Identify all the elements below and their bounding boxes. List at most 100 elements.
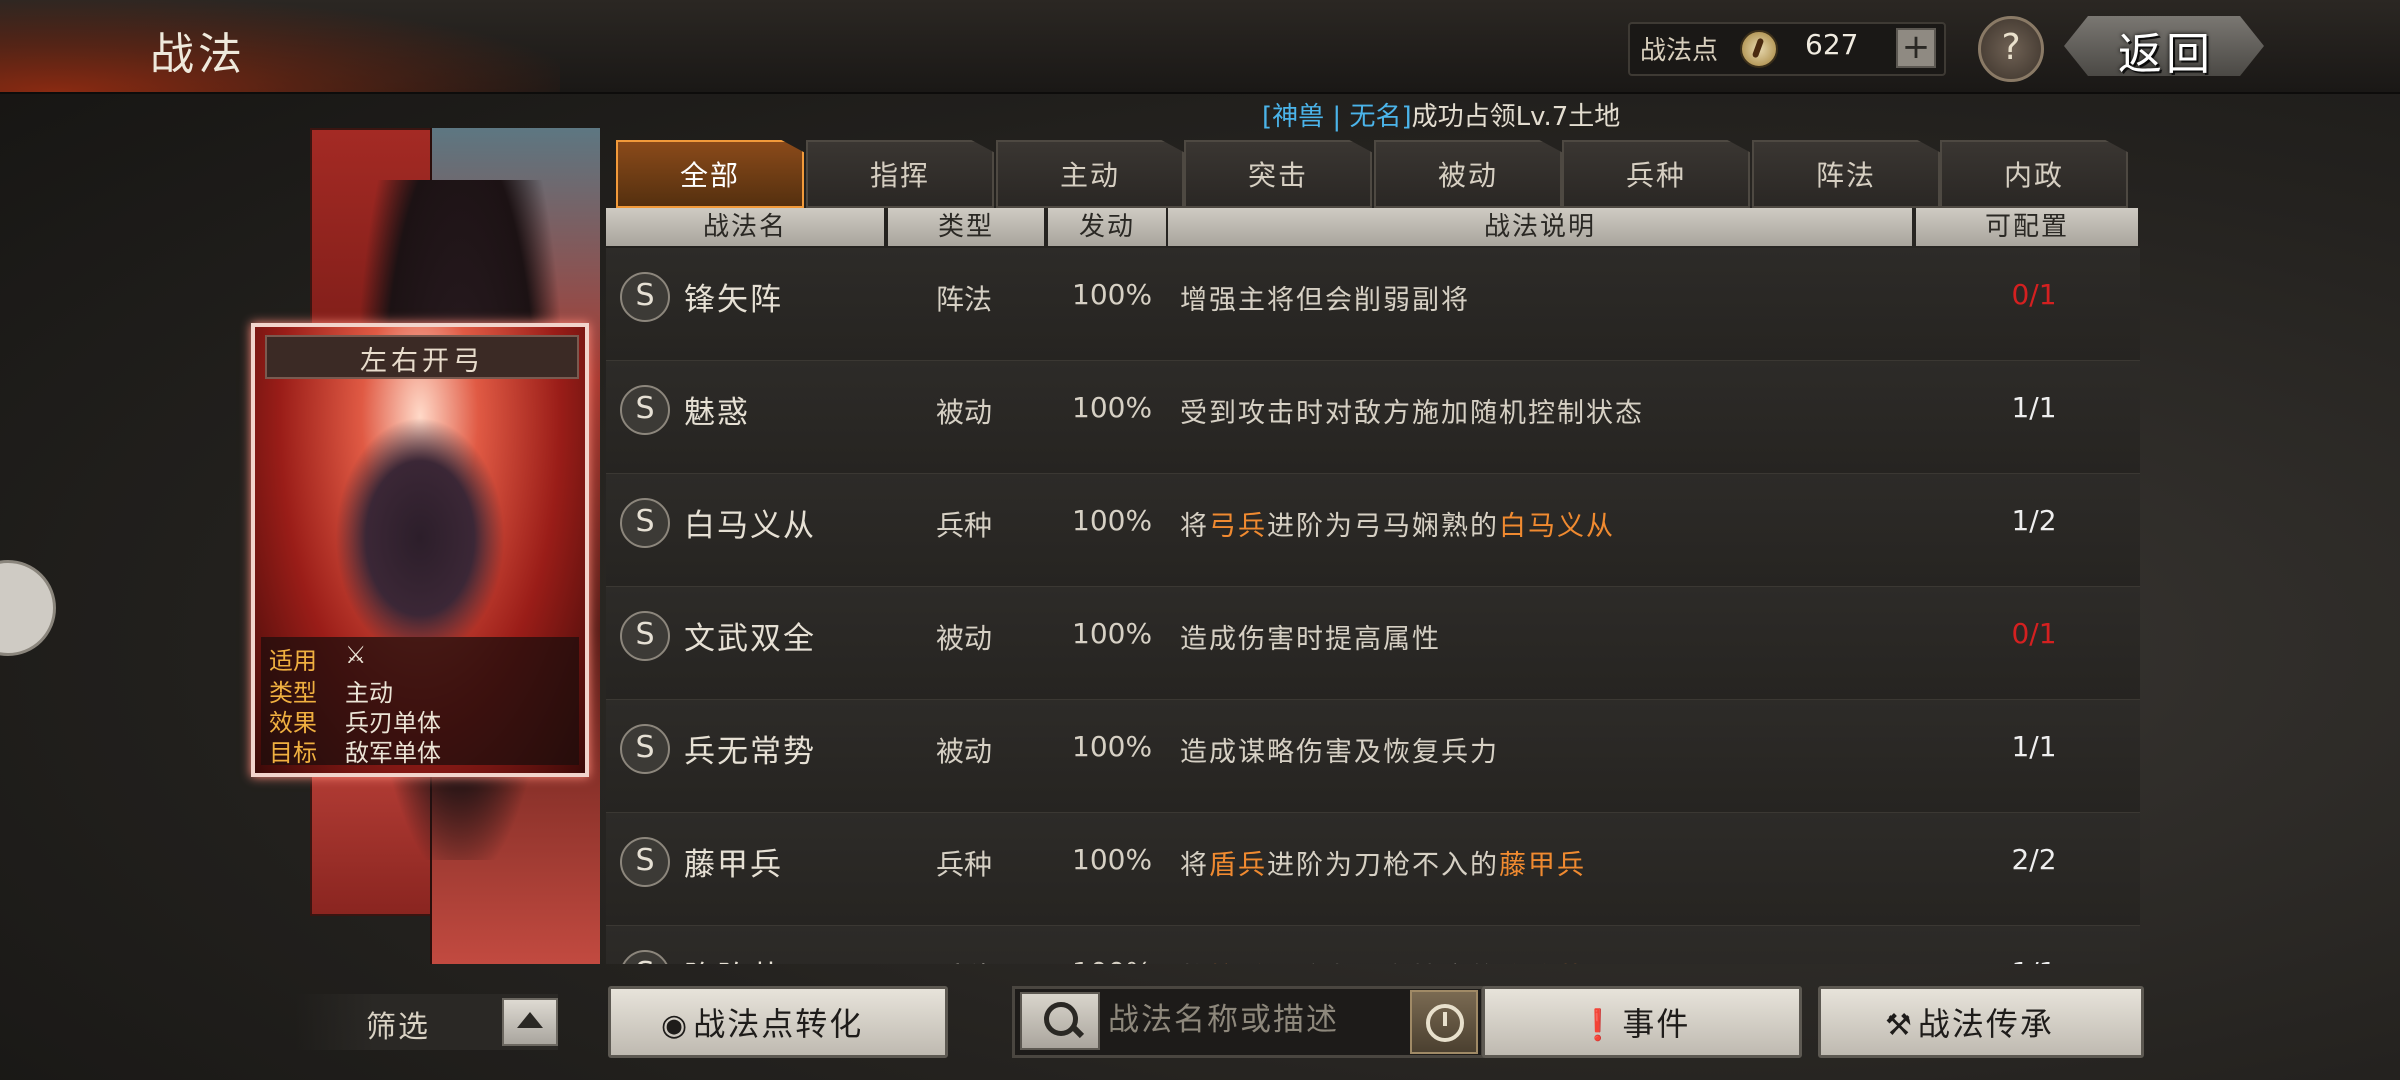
tactic-type: 被动: [936, 396, 993, 429]
page-title: 战法: [150, 29, 246, 80]
column-header-name[interactable]: 战法名: [606, 208, 884, 246]
game-screen: 战法 战法点 627 + ? 返回 [神兽 | 无名]成功占领Lv.7土地 左右…: [0, 0, 2400, 1080]
filter-expand-button[interactable]: [502, 998, 558, 1046]
description-text: 进阶为刀枪不入的: [1267, 850, 1499, 881]
tactic-rate: 100%: [1072, 956, 1152, 964]
tactic-row[interactable]: S 白马义从 兵种 100% 将弓兵进阶为弓马娴熟的白马义从 1/2: [606, 474, 2140, 588]
search-icon[interactable]: [1020, 992, 1100, 1050]
column-header-type[interactable]: 类型: [888, 208, 1044, 246]
tactic-config-count: 0/1: [2011, 617, 2057, 650]
convert-points-text: 战法点转化: [693, 1005, 864, 1043]
tactic-config-count: 1/2: [2011, 504, 2057, 537]
tab-passive[interactable]: 被动: [1374, 140, 1562, 208]
description-text: 将: [1180, 850, 1209, 881]
convert-points-button[interactable]: ◉ 战法点转化: [608, 986, 948, 1058]
tactic-description: 造成伤害时提高属性: [1180, 617, 1441, 656]
tactic-rate: 100%: [1072, 730, 1153, 763]
tactic-config-count: 1/1: [1984, 956, 2084, 964]
tab-troop[interactable]: 兵种: [1562, 140, 1750, 208]
inherit-tactic-button[interactable]: ⚒ 战法传承: [1818, 986, 2144, 1058]
description-text: 增强主将但会削弱副将: [1180, 285, 1470, 316]
crossed-swords-icon: ⚔: [345, 641, 367, 669]
tactic-card-figure: [335, 417, 505, 637]
tactic-row[interactable]: S 锋矢阵 阵法 100% 增强主将但会削弱副将 0/1: [606, 248, 2140, 362]
tab-assault[interactable]: 突击: [1184, 140, 1372, 208]
column-header-desc: 战法说明: [1168, 208, 1912, 246]
ticker-bracket-close: ]: [1401, 102, 1412, 132]
description-highlight: 藤甲兵: [1499, 850, 1586, 881]
tab-label: 主动: [1059, 159, 1120, 192]
card-info-value: 敌军单体: [345, 739, 441, 767]
tab-label: 全部: [679, 159, 740, 192]
tactic-card-name: 左右开弓: [360, 346, 484, 377]
tab-formation[interactable]: 阵法: [1752, 140, 1940, 208]
column-header-rate[interactable]: 发动: [1048, 208, 1166, 246]
card-info-key: 适用: [269, 647, 317, 675]
description-text: 将: [1180, 511, 1209, 542]
description-text: 造成伤害时提高属性: [1180, 624, 1441, 655]
tactic-card-header: 左右开弓: [265, 335, 579, 379]
description-highlight: 陷阵营: [1499, 963, 1586, 964]
grade-badge: S: [620, 498, 670, 548]
tactic-config-count: 1/1: [2011, 391, 2057, 424]
tab-command[interactable]: 指挥: [806, 140, 994, 208]
tactic-description: 将枪兵进阶为所向披靡的陷阵营: [1180, 956, 1586, 964]
description-text: 进阶为弓马娴熟的: [1267, 511, 1499, 542]
tactic-type: 被动: [936, 735, 993, 768]
tactic-row[interactable]: S 兵无常势 被动 100% 造成谋略伤害及恢复兵力 1/1: [606, 700, 2140, 814]
tactic-type: 兵种: [936, 956, 992, 964]
ticker-bracket: [: [1262, 102, 1273, 132]
tactic-row[interactable]: S陷阵营兵种100%将枪兵进阶为所向披靡的陷阵营1/1: [606, 926, 2140, 964]
tab-active[interactable]: 主动: [996, 140, 1184, 208]
event-button[interactable]: ❗ 事件: [1482, 986, 1802, 1058]
tab-label: 被动: [1437, 159, 1498, 192]
description-text: 受到攻击时对敌方施加随机控制状态: [1180, 398, 1644, 429]
tactic-list[interactable]: S 锋矢阵 阵法 100% 增强主将但会削弱副将 0/1 S 魅惑 被动 100% 受到攻击时对敌方…: [606, 248, 2140, 964]
tactic-type: 兵种: [936, 848, 993, 881]
tactic-name: 锋矢阵: [684, 282, 783, 318]
filter-label[interactable]: 筛选: [366, 1002, 430, 1046]
tactic-name: 白马义从: [684, 508, 816, 544]
tactic-row[interactable]: S 魅惑 被动 100% 受到攻击时对敌方施加随机控制状态 1/1: [606, 361, 2140, 475]
ticker-tag-b: 无名: [1349, 102, 1402, 132]
ticker-sep: |: [1324, 102, 1350, 132]
column-header-config[interactable]: 可配置: [1916, 208, 2138, 246]
alert-icon: ❗: [1579, 1008, 1619, 1043]
ticker-message: 成功占领Lv.7土地: [1411, 102, 1621, 132]
add-points-button[interactable]: +: [1896, 28, 1936, 68]
tactic-rate: 100%: [1072, 504, 1153, 537]
hammer-icon: ⚒: [1885, 1008, 1914, 1043]
search-handle: [1069, 1023, 1085, 1039]
description-text: 将: [1180, 963, 1209, 964]
tab-label: 突击: [1247, 159, 1308, 192]
help-button[interactable]: ?: [1978, 16, 2044, 82]
tactic-points-label: 战法点: [1640, 36, 1719, 66]
tactic-description: 将弓兵进阶为弓马娴熟的白马义从: [1180, 504, 1615, 543]
tactic-card[interactable]: 左右开弓 适用 ⚔ 类型 主动 效果 兵刃单体 目标 敌军单体: [251, 323, 589, 777]
tab-internal[interactable]: 内政: [1940, 140, 2128, 208]
tactic-coin-icon: [1740, 30, 1778, 68]
tab-label: 阵法: [1815, 159, 1876, 192]
title-glow: [0, 0, 560, 92]
event-label: ❗ 事件: [1579, 999, 1690, 1045]
ticker-tag-a: 神兽: [1272, 102, 1325, 132]
history-clock-button[interactable]: [1410, 990, 1478, 1054]
tactic-rate: 100%: [1072, 617, 1153, 650]
tactic-description: 受到攻击时对敌方施加随机控制状态: [1180, 391, 1644, 430]
tactic-row[interactable]: S 藤甲兵 兵种 100% 将盾兵进阶为刀枪不入的藤甲兵 2/2: [606, 813, 2140, 927]
event-text: 事件: [1622, 1005, 1691, 1043]
search-input[interactable]: [1106, 994, 1410, 1046]
back-button-label[interactable]: 返回: [2118, 18, 2214, 82]
tactic-points-value: 627: [1805, 28, 1859, 61]
side-menu-toggle[interactable]: [0, 560, 56, 656]
tactic-row[interactable]: S 文武双全 被动 100% 造成伤害时提高属性 0/1: [606, 587, 2140, 701]
tactic-config-count: 2/2: [2011, 843, 2057, 876]
description-text: 进阶为所向披靡的: [1267, 963, 1499, 964]
tactic-coin-icon: ◉: [661, 1008, 690, 1043]
tab-all[interactable]: 全部: [616, 140, 804, 208]
inherit-label: ⚒ 战法传承: [1885, 999, 2054, 1045]
grade-badge: S: [620, 724, 670, 774]
grade-badge: S: [620, 611, 670, 661]
tactic-rate: 100%: [1072, 843, 1153, 876]
tactic-rate: 100%: [1072, 278, 1153, 311]
